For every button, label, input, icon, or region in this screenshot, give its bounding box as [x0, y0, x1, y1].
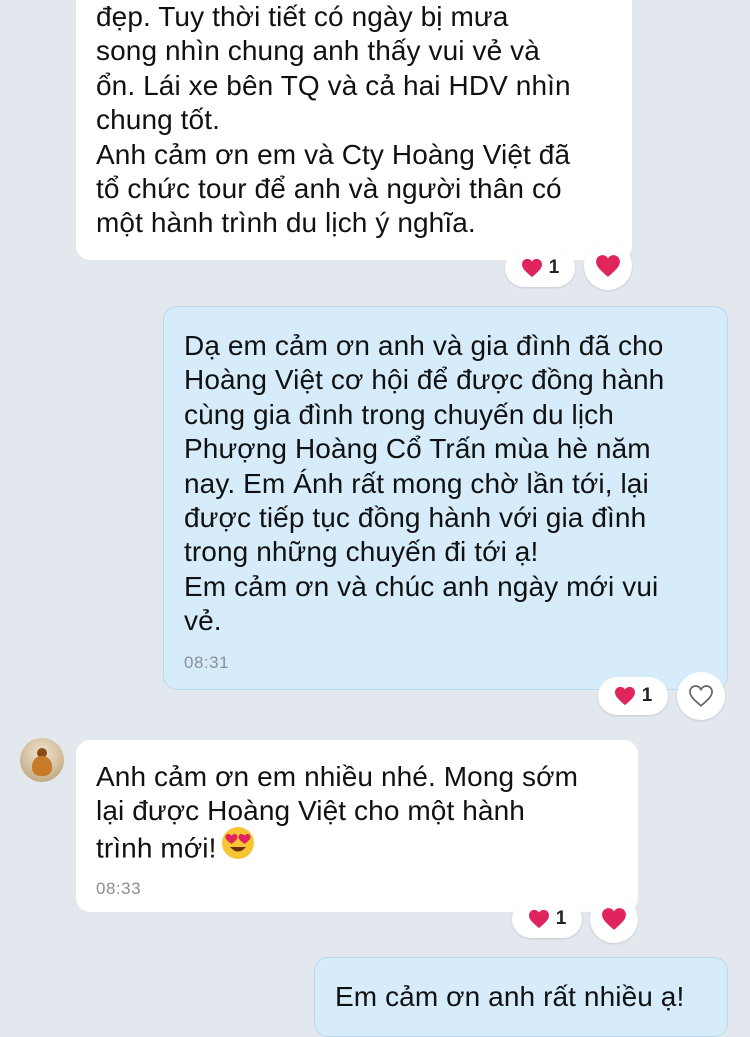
reaction-count: 1	[548, 257, 560, 278]
message-text-line: nay. Em Ánh rất mong chờ lần tới, lại	[184, 467, 649, 499]
message-bubble-incoming[interactable]: đẹp. Tuy thời tiết có ngày bị mưa song n…	[76, 0, 632, 260]
avatar-figure-shape	[32, 756, 52, 776]
message-bubble-outgoing[interactable]: Em cảm ơn anh rất nhiều ạ!	[314, 957, 728, 1037]
message-text-line: đẹp. Tuy thời tiết có ngày bị mưa	[96, 1, 509, 32]
message-text-line: trình mới!	[96, 826, 638, 871]
message-text-line: Anh cảm ơn em nhiều nhé. Mong sớm	[96, 761, 579, 792]
message-text-line: Phượng Hoàng Cổ Trấn mùa hè năm	[184, 433, 651, 465]
message-text-line: Dạ em cảm ơn anh và gia đình đã cho	[184, 330, 664, 361]
message-text: trình mới!	[96, 832, 217, 864]
message-text-line: được tiếp tục đồng hành với gia đình	[184, 502, 647, 534]
heart-icon	[528, 909, 549, 929]
message-timestamp: 08:33	[96, 879, 142, 899]
message-text-line: tổ chức tour để anh và người thân có	[96, 173, 562, 205]
message-text-line: song nhìn chung anh thấy vui vẻ và	[96, 35, 540, 67]
reaction-summary[interactable]: 1	[598, 677, 668, 715]
react-button[interactable]	[584, 242, 632, 290]
message-text-line: Em cảm ơn và chúc anh ngày mới vui	[184, 570, 659, 602]
reaction-count: 1	[555, 908, 567, 929]
message-text-line: chung tốt.	[96, 104, 220, 136]
message-timestamp: 08:31	[184, 652, 230, 672]
reaction-summary[interactable]: 1	[505, 249, 575, 287]
heart-icon	[614, 686, 635, 706]
message-text-line: lại được Hoàng Việt cho một hành	[96, 795, 525, 827]
react-button[interactable]	[677, 672, 725, 720]
heart-filled-icon	[602, 908, 626, 930]
reaction-summary[interactable]: 1	[512, 900, 582, 938]
message-text-line: cùng gia đình trong chuyến du lịch	[184, 398, 614, 430]
message-text-line: Hoàng Việt cơ hội để được đồng hành	[184, 364, 665, 396]
message-text-line: Em cảm ơn anh rất nhiều ạ!	[335, 981, 685, 1012]
message-bubble-outgoing[interactable]: Dạ em cảm ơn anh và gia đình đã cho Hoàn…	[163, 306, 728, 690]
heart-eyes-emoji	[221, 826, 255, 868]
heart-filled-icon	[596, 255, 620, 277]
message-text-line: trong những chuyến đi tới ạ!	[184, 536, 539, 568]
avatar[interactable]	[20, 738, 64, 782]
message-text-line: Anh cảm ơn em và Cty Hoàng Việt đã	[96, 138, 571, 170]
heart-icon	[521, 258, 542, 278]
message-text-line: vẻ.	[184, 605, 222, 637]
heart-outline-icon	[689, 685, 713, 707]
react-button[interactable]	[590, 895, 638, 943]
reaction-count: 1	[641, 685, 653, 706]
message-text-line: ổn. Lái xe bên TQ và cả hai HDV nhìn	[96, 69, 571, 101]
message-text-line: một hành trình du lịch ý nghĩa.	[96, 207, 476, 239]
message-bubble-incoming[interactable]: Anh cảm ơn em nhiều nhé. Mong sớm lại đư…	[76, 740, 638, 912]
